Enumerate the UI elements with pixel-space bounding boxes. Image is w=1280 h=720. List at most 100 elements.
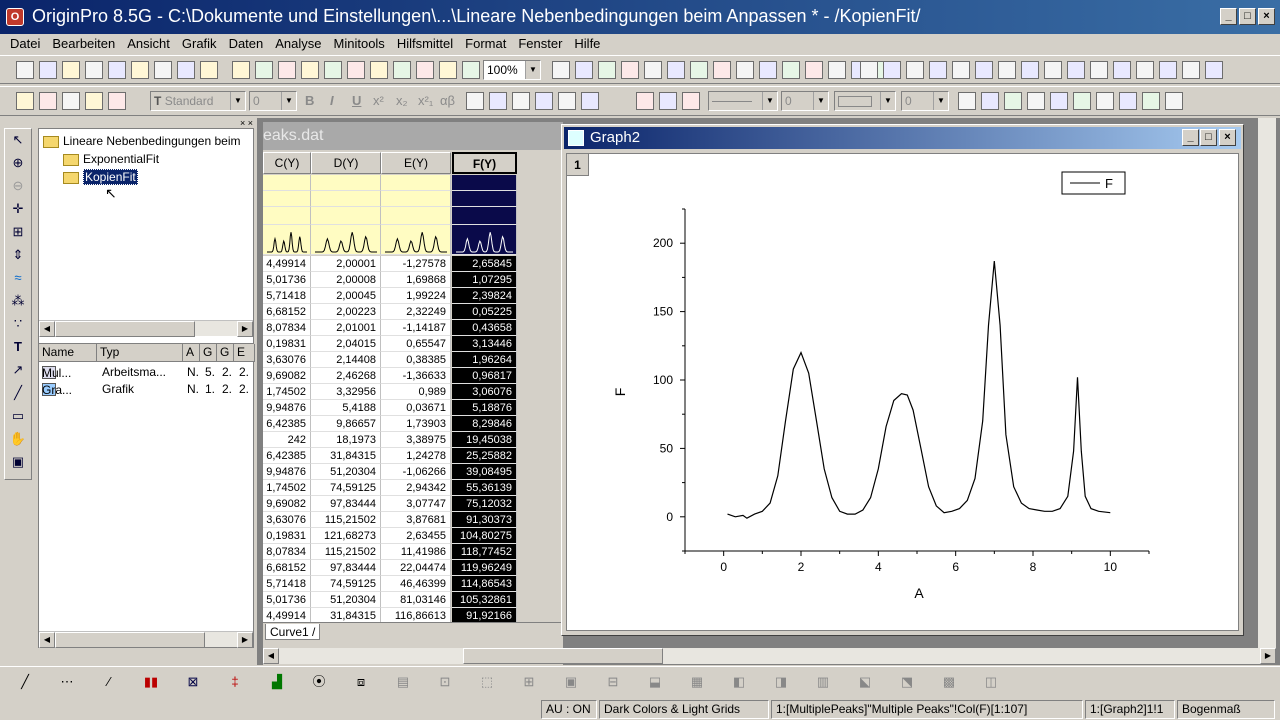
toolbar-button[interactable]: [177, 61, 195, 79]
table-cell[interactable]: 3,63076: [263, 512, 311, 528]
mdi-hscroll[interactable]: ◀ ▶: [263, 648, 1276, 664]
table-cell[interactable]: 119,96249: [452, 560, 517, 576]
toolbar-button[interactable]: [39, 92, 57, 110]
table-cell[interactable]: 1,73903: [381, 416, 451, 432]
table-cell[interactable]: 1,96264: [452, 352, 517, 368]
zoom-in-icon[interactable]: ⊕: [9, 154, 27, 172]
text-tool-icon[interactable]: T: [9, 338, 27, 356]
toolbar-button[interactable]: [621, 61, 639, 79]
table-cell[interactable]: 75,12032: [452, 496, 517, 512]
table-cell[interactable]: 55,36139: [452, 480, 517, 496]
col-header-f[interactable]: F(Y): [452, 152, 517, 174]
sheet-tab-curve1[interactable]: Curve1 /: [265, 624, 321, 640]
col-type[interactable]: Typ: [97, 344, 183, 362]
table-cell[interactable]: 2,00008: [311, 272, 381, 288]
table-cell[interactable]: 104,80275: [452, 528, 517, 544]
toolbar-button[interactable]: [759, 61, 777, 79]
toolbar-button[interactable]: [154, 61, 172, 79]
toolbar-button[interactable]: [644, 61, 662, 79]
toolbar-button[interactable]: [255, 61, 273, 79]
toolbar-button[interactable]: [108, 92, 126, 110]
font-name-combo[interactable]: T Standard ▼: [150, 91, 246, 111]
fill-color-combo[interactable]: ▼: [834, 91, 896, 111]
toolbar-button[interactable]: [1159, 61, 1177, 79]
table-cell[interactable]: 74,59125: [311, 480, 381, 496]
table-cell[interactable]: [311, 175, 381, 191]
table-cell[interactable]: 91,30373: [452, 512, 517, 528]
graph-type-button[interactable]: ⊠: [184, 673, 202, 691]
table-cell[interactable]: 2,00045: [311, 288, 381, 304]
menu-bearbeiten[interactable]: Bearbeiten: [46, 34, 121, 54]
line-tool-icon[interactable]: ╱: [9, 384, 27, 402]
table-cell[interactable]: 2,65845: [452, 256, 517, 272]
tree-item-kopienfit[interactable]: KopienFit: [63, 169, 138, 185]
table-cell[interactable]: -1,27578: [381, 256, 451, 272]
maximize-button[interactable]: □: [1239, 8, 1256, 25]
toolbar-button[interactable]: [416, 61, 434, 79]
scroll-right-icon[interactable]: ▶: [237, 321, 253, 337]
table-cell[interactable]: 0,43658: [452, 320, 517, 336]
toolbar-button[interactable]: [200, 61, 218, 79]
toolbar-button[interactable]: [489, 92, 507, 110]
graph-type-button[interactable]: ⊞: [520, 673, 538, 691]
graph-type-button[interactable]: ▟: [268, 673, 286, 691]
data-reader-icon[interactable]: ⇕: [9, 246, 27, 264]
table-cell[interactable]: 6,68152: [263, 304, 311, 320]
menu-grafik[interactable]: Grafik: [176, 34, 223, 54]
toolbar-button[interactable]: [466, 92, 484, 110]
toolbar-button[interactable]: [860, 61, 878, 79]
chevron-down-icon[interactable]: ▼: [281, 92, 296, 110]
toolbar-button[interactable]: [667, 61, 685, 79]
table-cell[interactable]: 8,29846: [452, 416, 517, 432]
toolbar-button[interactable]: [883, 61, 901, 79]
table-cell[interactable]: 25,25882: [452, 448, 517, 464]
table-cell[interactable]: 5,4188: [311, 400, 381, 416]
chevron-down-icon[interactable]: ▼: [880, 92, 895, 110]
toolbar-button[interactable]: [1090, 61, 1108, 79]
col-name[interactable]: Name: [39, 344, 97, 362]
graph-minimize-button[interactable]: _: [1182, 129, 1199, 146]
scroll-thumb[interactable]: [55, 632, 205, 648]
table-cell[interactable]: 0,03671: [381, 400, 451, 416]
toolbar-button[interactable]: [690, 61, 708, 79]
toolbar-button[interactable]: [1165, 92, 1183, 110]
table-cell[interactable]: 118,77452: [452, 544, 517, 560]
table-cell[interactable]: [381, 191, 451, 207]
table-cell[interactable]: 0,96817: [452, 368, 517, 384]
table-cell[interactable]: 2,00223: [311, 304, 381, 320]
toolbar-button[interactable]: [558, 92, 576, 110]
graph-type-button[interactable]: ▩: [940, 673, 958, 691]
table-cell[interactable]: 46,46399: [381, 576, 451, 592]
table-cell[interactable]: 114,86543: [452, 576, 517, 592]
toolbar-button[interactable]: [232, 61, 250, 79]
graph-type-button[interactable]: ⬕: [856, 673, 874, 691]
table-cell[interactable]: 5,71418: [263, 288, 311, 304]
graph-type-button[interactable]: ▥: [814, 673, 832, 691]
toolbar-button[interactable]: [1073, 92, 1091, 110]
table-cell[interactable]: 4,49914: [263, 256, 311, 272]
table-cell[interactable]: 6,42385: [263, 416, 311, 432]
table-cell[interactable]: 8,07834: [263, 544, 311, 560]
chevron-down-icon[interactable]: ▼: [762, 92, 777, 110]
graph-type-button[interactable]: ⊟: [604, 673, 622, 691]
toolbar-button[interactable]: [278, 61, 296, 79]
toolbar-button[interactable]: [39, 61, 57, 79]
menu-hilfsmittel[interactable]: Hilfsmittel: [391, 34, 459, 54]
tree-hscroll[interactable]: ◀ ▶: [39, 320, 253, 337]
toolbar-button[interactable]: [108, 61, 126, 79]
table-cell[interactable]: [263, 175, 311, 191]
draw-data-icon[interactable]: ⁂: [9, 292, 27, 310]
table-cell[interactable]: -1,06266: [381, 464, 451, 480]
graph-type-button[interactable]: ◧: [730, 673, 748, 691]
table-cell[interactable]: 3,13446: [452, 336, 517, 352]
toolbar-button[interactable]: [85, 92, 103, 110]
chevron-down-icon[interactable]: ▼: [230, 92, 245, 110]
table-cell[interactable]: 1,24278: [381, 448, 451, 464]
table-cell[interactable]: 115,21502: [311, 512, 381, 528]
toolbar-button[interactable]: [998, 61, 1016, 79]
table-cell[interactable]: 0,19831: [263, 528, 311, 544]
toolbar-button[interactable]: [1119, 92, 1137, 110]
table-cell[interactable]: 2,94342: [381, 480, 451, 496]
toolbar-button[interactable]: [1136, 61, 1154, 79]
toolbar-button[interactable]: [1067, 61, 1085, 79]
